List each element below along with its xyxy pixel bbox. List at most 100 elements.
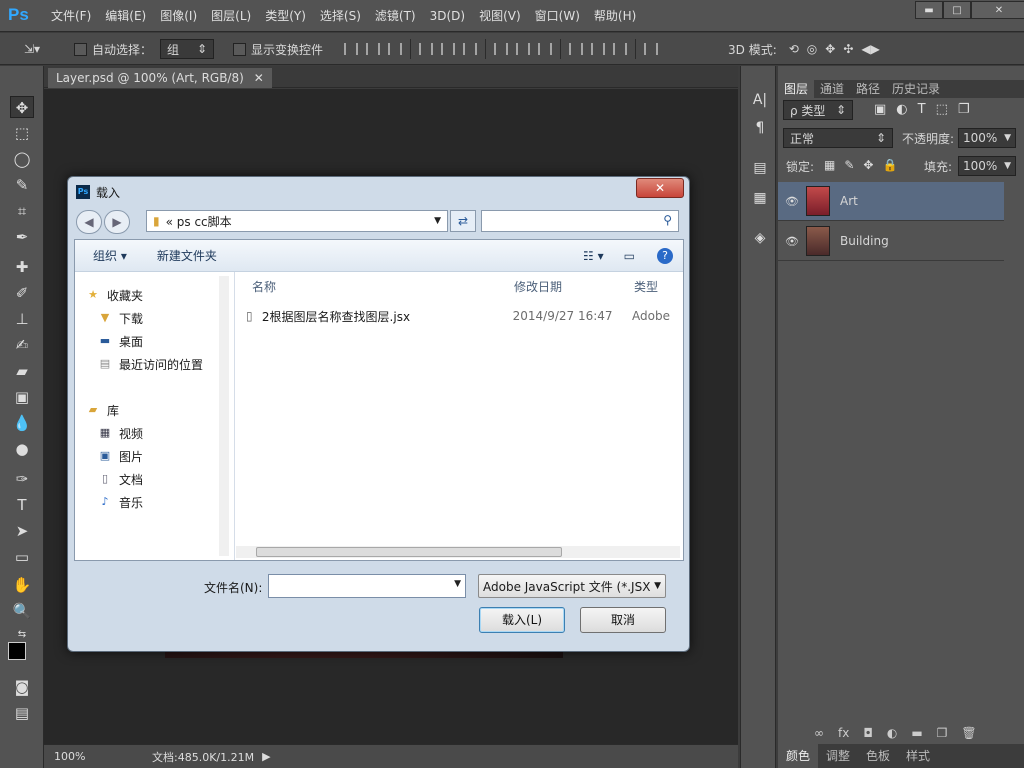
tab-paths[interactable]: 路径 — [850, 80, 886, 98]
document-tab[interactable]: Layer.psd @ 100% (Art, RGB/8) ✕ — [48, 68, 272, 88]
move-tool-icon[interactable]: ✥ — [10, 96, 34, 118]
move-tool-preset[interactable]: ⇲▾ — [24, 33, 40, 65]
quick-select-tool-icon[interactable]: ✎ — [10, 174, 34, 196]
menu-view[interactable]: 视图(V) — [472, 0, 528, 32]
distribute-left-icon[interactable] — [569, 43, 583, 55]
history-brush-tool-icon[interactable]: ✍ — [10, 334, 34, 356]
3d-roll-icon[interactable]: ◎ — [807, 42, 817, 56]
layer-name[interactable]: Art — [840, 194, 858, 208]
link-layers-icon[interactable]: ∞ — [814, 726, 824, 740]
close-window-button[interactable]: ✕ — [971, 1, 1024, 19]
distribute-top-icon[interactable] — [494, 43, 508, 55]
adjustment-layer-icon[interactable]: ◐ — [887, 726, 897, 740]
zoom-tool-icon[interactable]: 🔍 — [10, 600, 34, 622]
tab-adjustments[interactable]: 调整 — [818, 744, 858, 768]
address-dropdown-icon[interactable]: ▼ — [434, 216, 441, 226]
layer-row-building[interactable]: 👁 Building — [778, 222, 1004, 261]
eraser-tool-icon[interactable]: ▰ — [10, 360, 34, 382]
checkbox-box[interactable] — [233, 42, 246, 56]
help-icon[interactable]: ? — [657, 247, 673, 264]
fill-field[interactable]: 100% ▼ — [958, 156, 1016, 176]
filter-pixel-icon[interactable]: ▣ — [874, 102, 886, 117]
menu-edit[interactable]: 编辑(E) — [98, 0, 153, 32]
blend-mode-dropdown[interactable]: 正常 ⇕ — [783, 128, 893, 148]
nav-pictures[interactable]: ▣ 图片 — [97, 447, 143, 465]
minimize-button[interactable]: ▬ — [915, 1, 943, 19]
tab-swatches[interactable]: 色板 — [858, 744, 898, 768]
view-options-icon[interactable]: ☷ ▾ — [583, 249, 604, 263]
dialog-close-button[interactable]: ✕ — [636, 178, 684, 198]
forward-button[interactable]: ▶ — [104, 210, 130, 234]
align-hcenter-icon[interactable] — [441, 43, 455, 55]
menu-image[interactable]: 图像(I) — [153, 0, 204, 32]
new-folder-button[interactable]: 新建文件夹 — [157, 247, 217, 264]
layer-mask-icon[interactable]: ◘ — [863, 726, 873, 740]
healing-brush-tool-icon[interactable]: ✚ — [10, 256, 34, 278]
3d-pan-icon[interactable]: ✥ — [825, 42, 835, 56]
distribute-bottom-icon[interactable] — [538, 43, 552, 55]
blur-tool-icon[interactable]: 💧 — [10, 412, 34, 434]
menu-window[interactable]: 窗口(W) — [528, 0, 587, 32]
distribute-vcenter-icon[interactable] — [516, 43, 530, 55]
align-left-icon[interactable] — [419, 43, 433, 55]
tab-channels[interactable]: 通道 — [814, 80, 850, 98]
tab-history[interactable]: 历史记录 — [886, 80, 946, 98]
3d-scale-icon[interactable]: ◀▶ — [861, 42, 879, 56]
filetype-dropdown[interactable]: Adobe JavaScript 文件 (*.JSX ▼ — [478, 574, 666, 598]
auto-select-dropdown[interactable]: 组 ⇕ — [160, 39, 214, 59]
back-button[interactable]: ◀ — [76, 210, 102, 234]
preview-pane-icon[interactable]: ▭ — [624, 249, 635, 263]
lasso-tool-icon[interactable]: ◯ — [10, 148, 34, 170]
properties-panel-icon[interactable]: ▤ — [749, 160, 771, 180]
eyedropper-tool-icon[interactable]: ✒ — [10, 226, 34, 248]
nav-videos[interactable]: ▦ 视频 — [97, 424, 143, 442]
close-tab-icon[interactable]: ✕ — [254, 71, 264, 85]
tab-styles[interactable]: 样式 — [898, 744, 938, 768]
menu-help[interactable]: 帮助(H) — [587, 0, 643, 32]
filename-input[interactable]: ▼ — [268, 574, 466, 598]
horizontal-scrollbar[interactable] — [236, 546, 680, 558]
nav-favorites[interactable]: ★ 收藏夹 — [85, 286, 143, 304]
layer-style-icon[interactable]: fx — [838, 726, 849, 740]
tab-layers[interactable]: 图层 — [778, 80, 815, 98]
notes-panel-icon[interactable]: ▦ — [749, 190, 771, 210]
column-type[interactable]: 类型 — [634, 278, 658, 295]
character-panel-icon[interactable]: A| — [749, 92, 771, 112]
hand-tool-icon[interactable]: ✋ — [10, 574, 34, 596]
marquee-tool-icon[interactable]: ⬚ — [10, 122, 34, 144]
visibility-eye-icon[interactable]: 👁 — [778, 195, 806, 208]
layer-filter-dropdown[interactable]: ρ 类型 ⇕ — [783, 100, 853, 120]
foreground-color-swatch[interactable] — [8, 642, 26, 660]
zoom-level[interactable]: 100% — [54, 750, 114, 763]
distribute-right-icon[interactable] — [613, 43, 627, 55]
nav-libraries[interactable]: ▰ 库 — [85, 401, 119, 419]
brush-tool-icon[interactable]: ✐ — [10, 282, 34, 304]
crop-tool-icon[interactable]: ⌗ — [10, 200, 34, 222]
new-layer-icon[interactable]: ❐ — [937, 726, 948, 740]
distribute-hcenter-icon[interactable] — [591, 43, 605, 55]
shape-tool-icon[interactable]: ▭ — [10, 546, 34, 568]
cancel-button[interactable]: 取消 — [580, 607, 666, 633]
menu-layer[interactable]: 图层(L) — [204, 0, 258, 32]
layer-name[interactable]: Building — [840, 234, 889, 248]
maximize-button[interactable]: □ — [943, 1, 971, 19]
nav-scrollbar[interactable] — [219, 276, 229, 556]
load-button[interactable]: 载入(L) — [479, 607, 565, 633]
opacity-field[interactable]: 100% ▼ — [958, 128, 1016, 148]
address-bar[interactable]: ▮ « ps cc脚本 ▼ — [146, 210, 448, 232]
search-box[interactable]: ⚲ — [481, 210, 679, 232]
align-bottom-icon[interactable] — [388, 43, 402, 55]
delete-layer-icon[interactable]: 🗑 — [961, 726, 976, 740]
3d-slide-icon[interactable]: ✣ — [843, 42, 853, 56]
align-right-icon[interactable] — [463, 43, 477, 55]
quick-mask-icon[interactable]: ◙ — [10, 676, 34, 698]
menu-filter[interactable]: 滤镜(T) — [368, 0, 423, 32]
scrollbar-thumb[interactable] — [256, 547, 562, 557]
nav-documents[interactable]: ▯ 文档 — [97, 470, 143, 488]
new-group-icon[interactable]: ▬ — [911, 726, 922, 740]
column-name[interactable]: 名称 — [252, 278, 276, 295]
path-select-tool-icon[interactable]: ➤ — [10, 520, 34, 542]
dialog-titlebar[interactable]: Ps 载入 — [68, 177, 689, 207]
nav-recent-places[interactable]: ▤ 最近访问的位置 — [97, 355, 203, 373]
nav-music[interactable]: ♪ 音乐 — [97, 493, 143, 511]
